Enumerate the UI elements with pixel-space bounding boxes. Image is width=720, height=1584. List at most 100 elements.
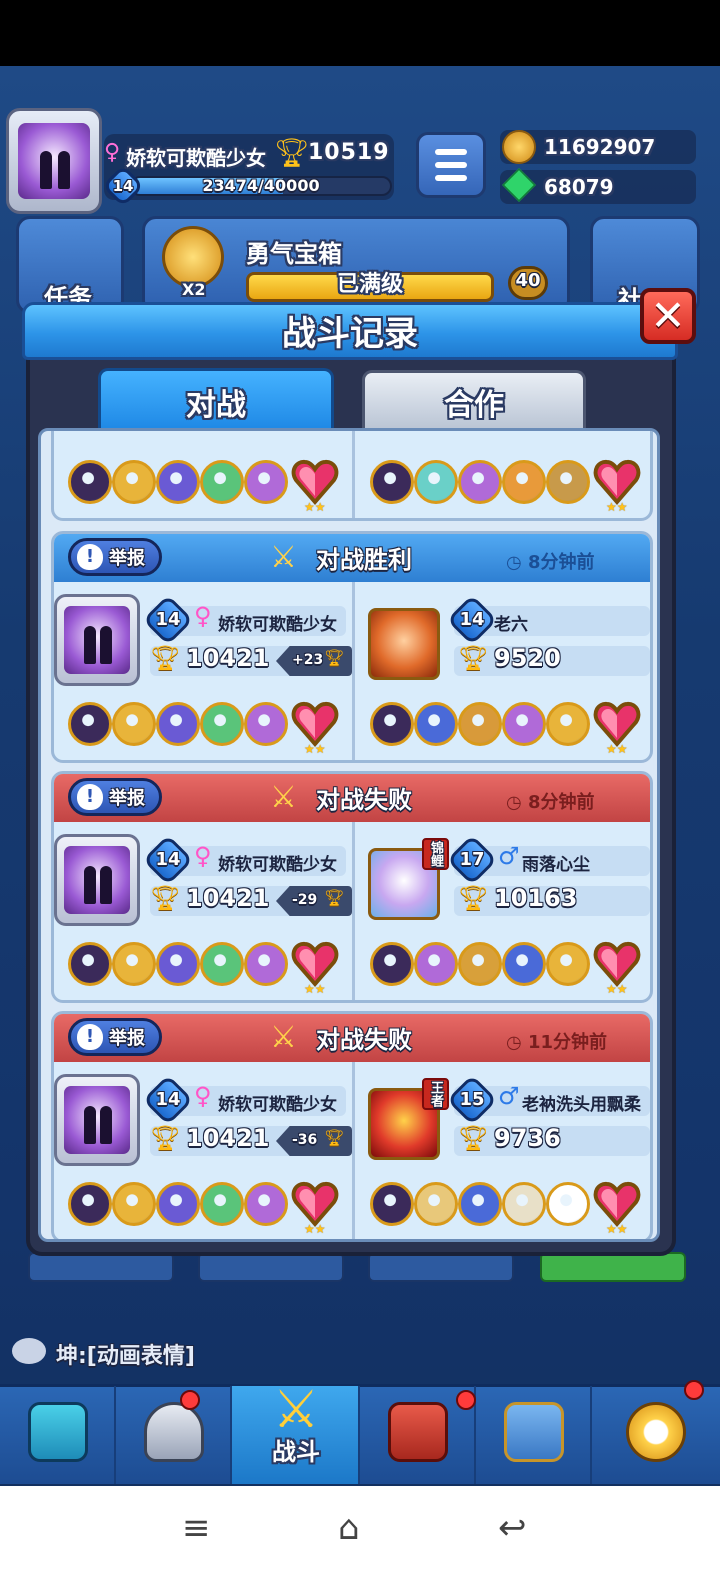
record-header: ! 举报 ⚔ 对战胜利 ◷ 8分钟前	[54, 534, 650, 582]
my-avatar[interactable]	[54, 594, 140, 686]
chat-icon[interactable]	[12, 1338, 46, 1364]
trophy-icon: 🏆︎	[150, 1124, 181, 1152]
star-rating-icon: ★★	[606, 982, 628, 996]
nav-shop[interactable]	[0, 1386, 116, 1484]
home-icon[interactable]: ⌂	[338, 1508, 360, 1548]
battle-icon: ⚔	[272, 1380, 320, 1440]
hero-icon	[502, 460, 546, 504]
battle-result: 对战失败	[316, 1026, 412, 1054]
hero-icon	[414, 460, 458, 504]
compass-icon	[626, 1402, 686, 1462]
coin-count: 11692907	[544, 135, 656, 159]
trophy-icon: 🏆︎	[458, 1124, 489, 1152]
back-icon[interactable]: ↩	[498, 1508, 527, 1548]
my-level: 14	[155, 609, 181, 630]
star-rating-icon: ★★	[304, 982, 326, 996]
hero-icon	[502, 942, 546, 986]
trophy-icon: 🏆︎	[150, 884, 181, 912]
report-button[interactable]: ! 举报	[68, 1018, 162, 1056]
opponent-name: 雨落心尘	[522, 855, 590, 875]
report-button[interactable]: ! 举报	[68, 778, 162, 816]
chest-badge-value: 40	[515, 270, 541, 291]
notification-dot	[456, 1390, 476, 1410]
coin-icon	[502, 130, 536, 164]
opponent-avatar-badge: 锦鲤	[422, 838, 449, 870]
my-level: 14	[155, 1089, 181, 1110]
shield-alert-icon: !	[77, 784, 103, 810]
record-card: ★★ ★★	[51, 431, 653, 521]
menu-icon[interactable]: ≡	[182, 1508, 211, 1548]
trophy-icon: 🏆︎	[150, 644, 181, 672]
opponent-level: 15	[459, 1089, 485, 1110]
heart-shield-icon	[290, 938, 340, 988]
status-bar	[0, 0, 720, 66]
nav-heroes[interactable]	[116, 1386, 232, 1484]
gem-count: 68079	[544, 175, 614, 199]
hero-icon	[112, 702, 156, 746]
heart-shield-icon	[592, 456, 642, 506]
player-avatar[interactable]	[6, 108, 102, 214]
chest-multiplier: X2	[182, 280, 206, 299]
crossed-swords-icon: ⚔	[270, 540, 297, 575]
close-icon: ✕	[650, 291, 686, 340]
trophy-delta: -29	[292, 892, 318, 908]
clock-icon: ◷	[506, 792, 528, 813]
battle-time: ◷ 8分钟前	[506, 788, 595, 814]
notification-dot	[180, 1390, 200, 1410]
under-modal-button	[198, 1252, 344, 1282]
opponent-avatar[interactable]	[368, 608, 440, 680]
hero-icon	[112, 460, 156, 504]
trophy-delta: +23	[292, 652, 324, 668]
nav-team[interactable]	[476, 1386, 592, 1484]
menu-button[interactable]	[416, 132, 486, 198]
hero-icon	[244, 460, 288, 504]
star-rating-icon: ★★	[304, 742, 326, 756]
female-icon: ♀	[194, 602, 212, 630]
trophy-small-icon: 🏆︎	[324, 1128, 345, 1147]
shield-alert-icon: !	[77, 544, 103, 570]
opponent-name: 老衲洗头用飘柔	[522, 1095, 641, 1115]
star-rating-icon: ★★	[304, 1222, 326, 1236]
hero-icon	[458, 460, 502, 504]
chat-message[interactable]: 坤:[动画表情]	[56, 1338, 195, 1370]
female-icon: ♀	[194, 842, 212, 870]
record-header: ! 举报 ⚔ 对战失败 ◷ 11分钟前	[54, 1014, 650, 1062]
trophy-delta: -36	[292, 1132, 318, 1148]
player-level: 14	[112, 177, 134, 195]
report-label: 举报	[109, 548, 145, 569]
hero-icon	[546, 1182, 590, 1226]
my-name: 娇软可欺酷少女	[218, 615, 337, 635]
clock-icon: ◷	[506, 1032, 528, 1053]
nav-ranking[interactable]	[360, 1386, 476, 1484]
time-text: 8分钟前	[527, 552, 595, 573]
heart-shield-icon	[592, 698, 642, 748]
crown-shield-icon	[388, 1402, 448, 1462]
close-button[interactable]: ✕	[640, 288, 696, 344]
hero-icon	[112, 942, 156, 986]
under-modal-button	[540, 1252, 686, 1282]
star-rating-icon: ★★	[606, 1222, 628, 1236]
clock-icon: ◷	[506, 552, 528, 573]
report-label: 举报	[109, 1028, 145, 1049]
hero-icon	[200, 942, 244, 986]
hero-icon	[458, 702, 502, 746]
hero-icon	[546, 460, 590, 504]
record-list[interactable]: ★★ ★★ ! 举报 ⚔ 对战胜利 ◷ 8分钟前 14 ♀ 娇软可欺酷少女 🏆︎ 10421 +23 🏆…	[38, 428, 660, 1242]
my-avatar[interactable]	[54, 1074, 140, 1166]
my-name: 娇软可欺酷少女	[218, 1095, 337, 1115]
modal-title: 战斗记录	[282, 314, 418, 354]
my-avatar[interactable]	[54, 834, 140, 926]
hero-icon	[370, 702, 414, 746]
my-trophies: 10421	[186, 644, 270, 672]
nav-explore[interactable]	[592, 1380, 720, 1484]
report-button[interactable]: ! 举报	[68, 538, 162, 576]
female-icon: ♀	[104, 140, 121, 165]
hero-icon	[370, 942, 414, 986]
nav-battle-label: 战斗	[272, 1438, 320, 1466]
xp-text: 23474/40000	[202, 176, 320, 195]
chest-title: 勇气宝箱	[246, 240, 342, 268]
battle-time: ◷ 11分钟前	[506, 1028, 607, 1054]
hero-icon	[200, 702, 244, 746]
player-level-badge: 14	[101, 164, 145, 208]
hero-icon	[244, 702, 288, 746]
